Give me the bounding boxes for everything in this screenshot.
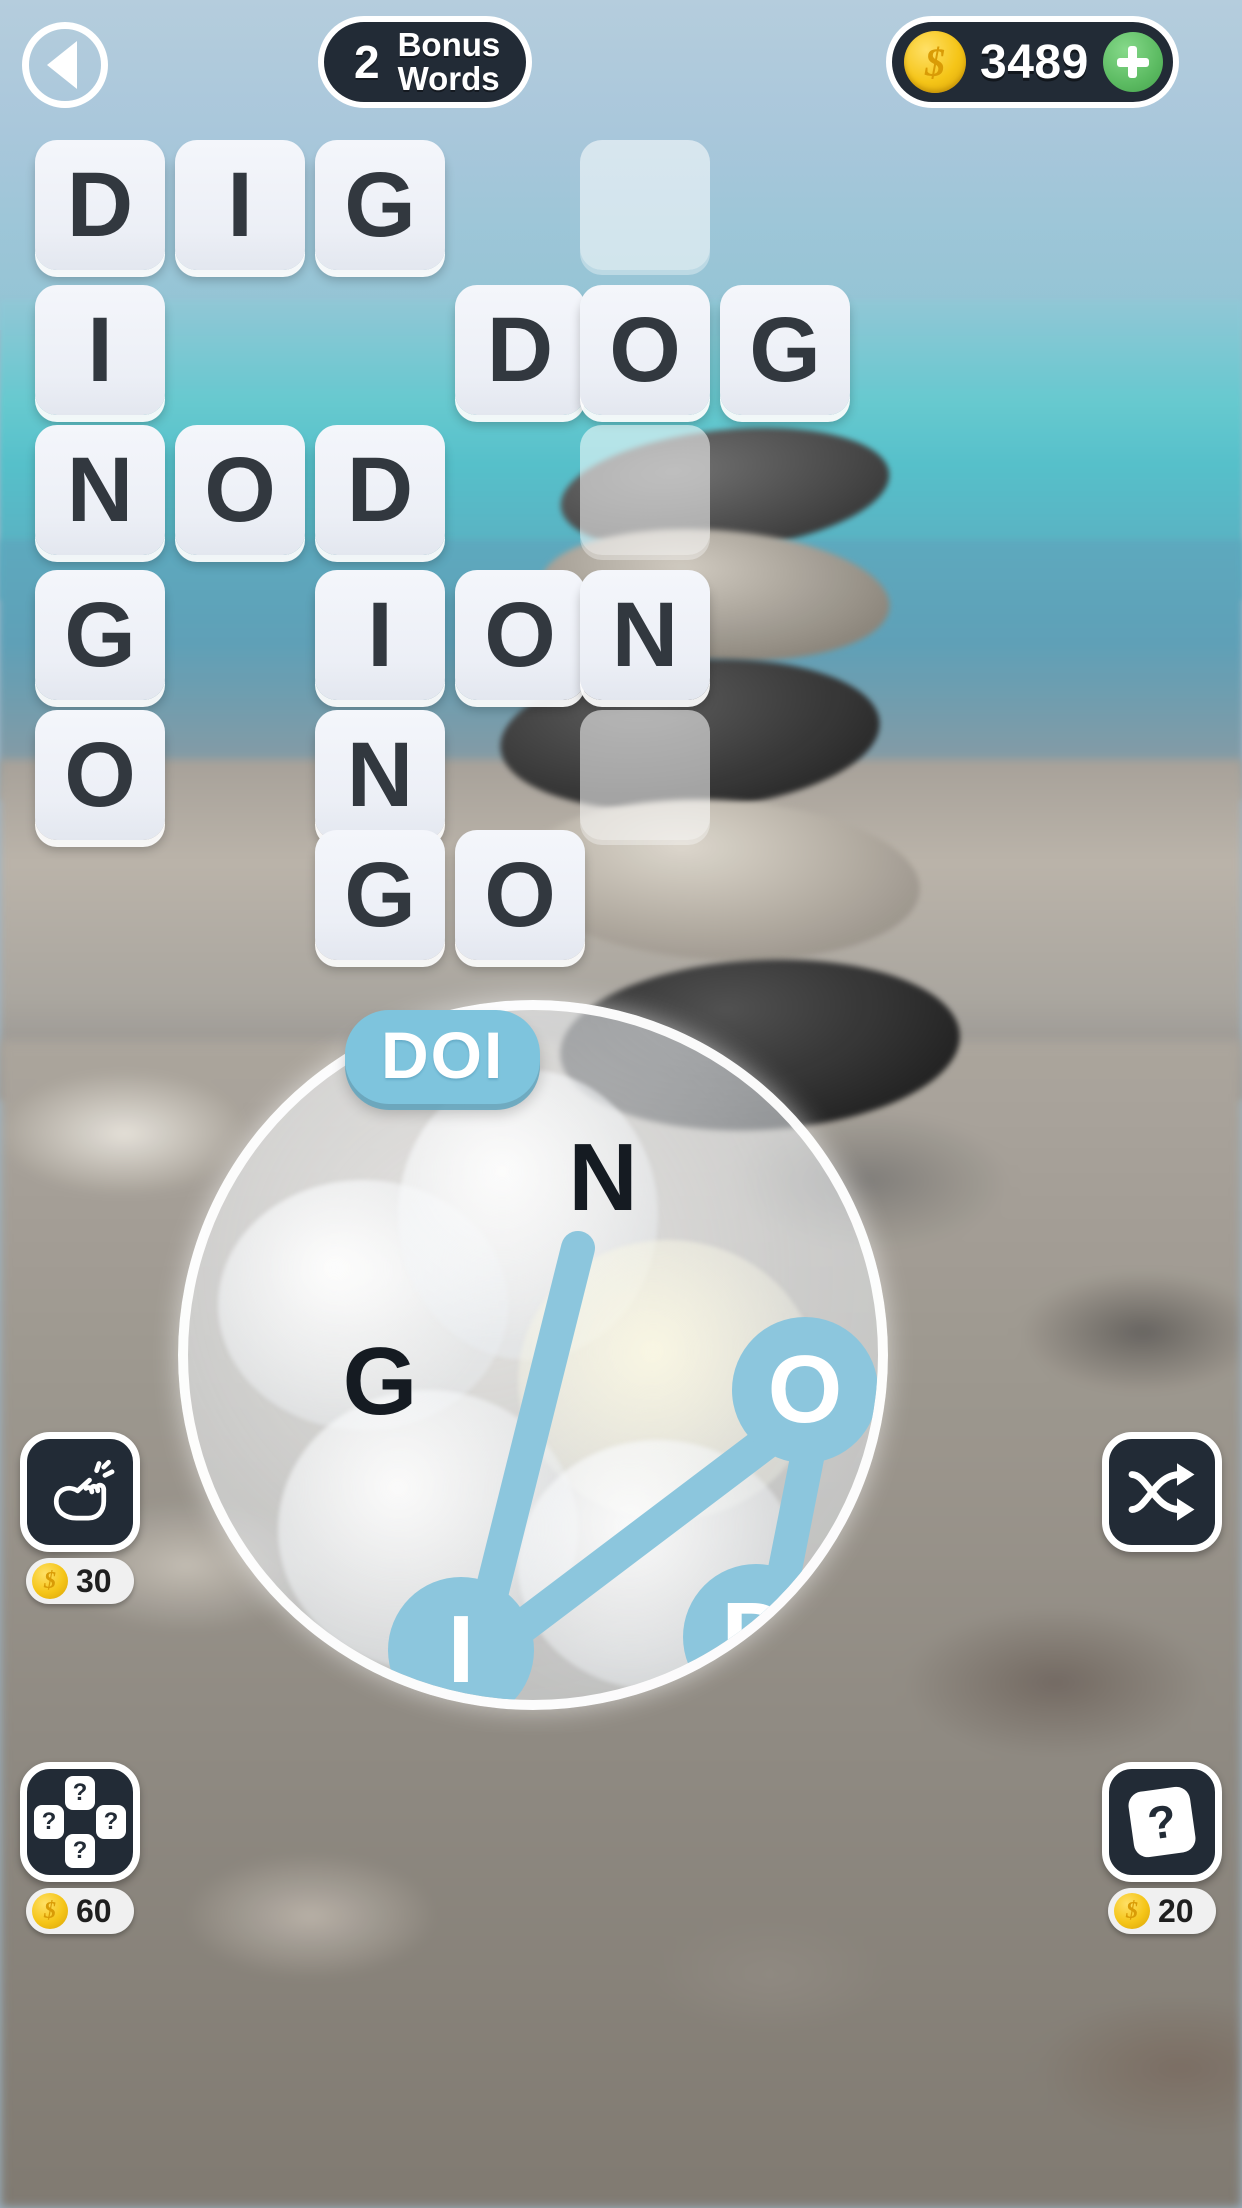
- grid-letter-tile: G: [720, 285, 850, 415]
- grid-tile-letter: O: [609, 299, 681, 401]
- grid-tile-letter: D: [346, 439, 414, 541]
- back-triangle-icon: [47, 41, 77, 89]
- grid-tile-letter: N: [346, 724, 414, 826]
- grid-tile-letter: I: [367, 584, 393, 686]
- grid-tile-letter: N: [611, 584, 679, 686]
- question-tile-icon: ?: [1102, 1762, 1222, 1882]
- grid-letter-tile: N: [35, 425, 165, 555]
- grid-tile-letter: O: [64, 724, 136, 826]
- coin-icon: $: [32, 1893, 68, 1929]
- wheel-letter-g[interactable]: G: [320, 1322, 440, 1442]
- grid-empty-tile: [580, 425, 710, 555]
- bonus-words-count: 2: [354, 36, 380, 88]
- hint-letter-cost: $ 30: [26, 1558, 134, 1604]
- bonus-words-badge[interactable]: 2 Bonus Words: [318, 16, 533, 108]
- grid-letter-tile: O: [580, 285, 710, 415]
- wheel-letter-n[interactable]: N: [543, 1118, 663, 1238]
- bonus-words-label-line1: Bonus: [397, 26, 501, 64]
- hint-single-powerup[interactable]: ? $ 20: [1102, 1762, 1222, 1934]
- grid-tile-letter: O: [204, 439, 276, 541]
- grid-tile-letter: I: [227, 154, 253, 256]
- grid-tile-letter: G: [344, 844, 416, 946]
- hint-letter-powerup[interactable]: $ 30: [20, 1432, 140, 1604]
- grid-tile-letter: G: [749, 299, 821, 401]
- add-coins-button[interactable]: [1102, 32, 1163, 92]
- wheel-letter-o[interactable]: O: [732, 1317, 878, 1463]
- coin-icon: $: [32, 1563, 68, 1599]
- shuffle-icon: [1102, 1432, 1222, 1552]
- question-tile: ?: [34, 1805, 64, 1839]
- grid-tile-letter: D: [486, 299, 554, 401]
- grid-tile-letter: D: [66, 154, 134, 256]
- grid-letter-tile: O: [175, 425, 305, 555]
- pointing-hand-glyph: [53, 1459, 115, 1521]
- coin-icon: $: [904, 31, 966, 93]
- question-tile: ?: [1126, 1785, 1198, 1859]
- grid-letter-tile: O: [455, 570, 585, 700]
- grid-tile-letter: G: [344, 154, 416, 256]
- bonus-words-label-line2: Words: [397, 60, 500, 97]
- grid-tile-letter: I: [87, 299, 113, 401]
- grid-letter-tile: D: [315, 425, 445, 555]
- grid-empty-tile: [580, 140, 710, 270]
- pointing-hand-icon: [20, 1432, 140, 1552]
- bonus-words-label: Bonus Words: [398, 28, 501, 95]
- grid-letter-tile: D: [455, 285, 585, 415]
- grid-letter-tile: N: [315, 710, 445, 840]
- letter-wheel[interactable]: NG OD I: [178, 1000, 888, 1710]
- grid-letter-tile: I: [35, 285, 165, 415]
- question-tile: ?: [65, 1834, 95, 1868]
- grid-letter-tile: G: [315, 140, 445, 270]
- top-bar: 2 Bonus Words $ 3489: [0, 0, 1242, 130]
- grid-tile-letter: G: [64, 584, 136, 686]
- grid-letter-tile: G: [315, 830, 445, 960]
- grid-letter-tile: I: [315, 570, 445, 700]
- hint-letter-cost-value: 30: [76, 1562, 112, 1599]
- grid-tile-letter: O: [484, 584, 556, 686]
- grid-letter-tile: O: [455, 830, 585, 960]
- grid-letter-tile: I: [175, 140, 305, 270]
- wheel-letter-d[interactable]: D: [683, 1564, 829, 1700]
- shuffle-glyph: [1128, 1463, 1195, 1521]
- back-button[interactable]: [22, 22, 108, 108]
- coin-icon: $: [1114, 1893, 1150, 1929]
- four-question-tiles-icon: ? ? ? ?: [20, 1762, 140, 1882]
- grid-letter-tile: N: [580, 570, 710, 700]
- grid-letter-tile: O: [35, 710, 165, 840]
- hint-single-cost: $ 20: [1108, 1888, 1216, 1934]
- grid-letter-tile: D: [35, 140, 165, 270]
- coin-amount: 3489: [980, 35, 1089, 89]
- reveal-word-cost: $ 60: [26, 1888, 134, 1934]
- coin-balance-badge[interactable]: $ 3489: [886, 16, 1179, 108]
- question-tile: ?: [96, 1805, 126, 1839]
- grid-letter-tile: G: [35, 570, 165, 700]
- question-tile: ?: [65, 1776, 95, 1810]
- reveal-word-cost-value: 60: [76, 1892, 112, 1929]
- grid-tile-letter: O: [484, 844, 556, 946]
- current-word-bubble: DOI: [345, 1010, 541, 1104]
- grid-empty-tile: [580, 710, 710, 840]
- hint-single-cost-value: 20: [1158, 1892, 1194, 1929]
- reveal-word-powerup[interactable]: ? ? ? ? $ 60: [20, 1762, 140, 1934]
- wheel-letter-i[interactable]: I: [388, 1577, 534, 1700]
- shuffle-button[interactable]: [1102, 1432, 1222, 1552]
- grid-tile-letter: N: [66, 439, 134, 541]
- current-word-text: DOI: [381, 1018, 505, 1092]
